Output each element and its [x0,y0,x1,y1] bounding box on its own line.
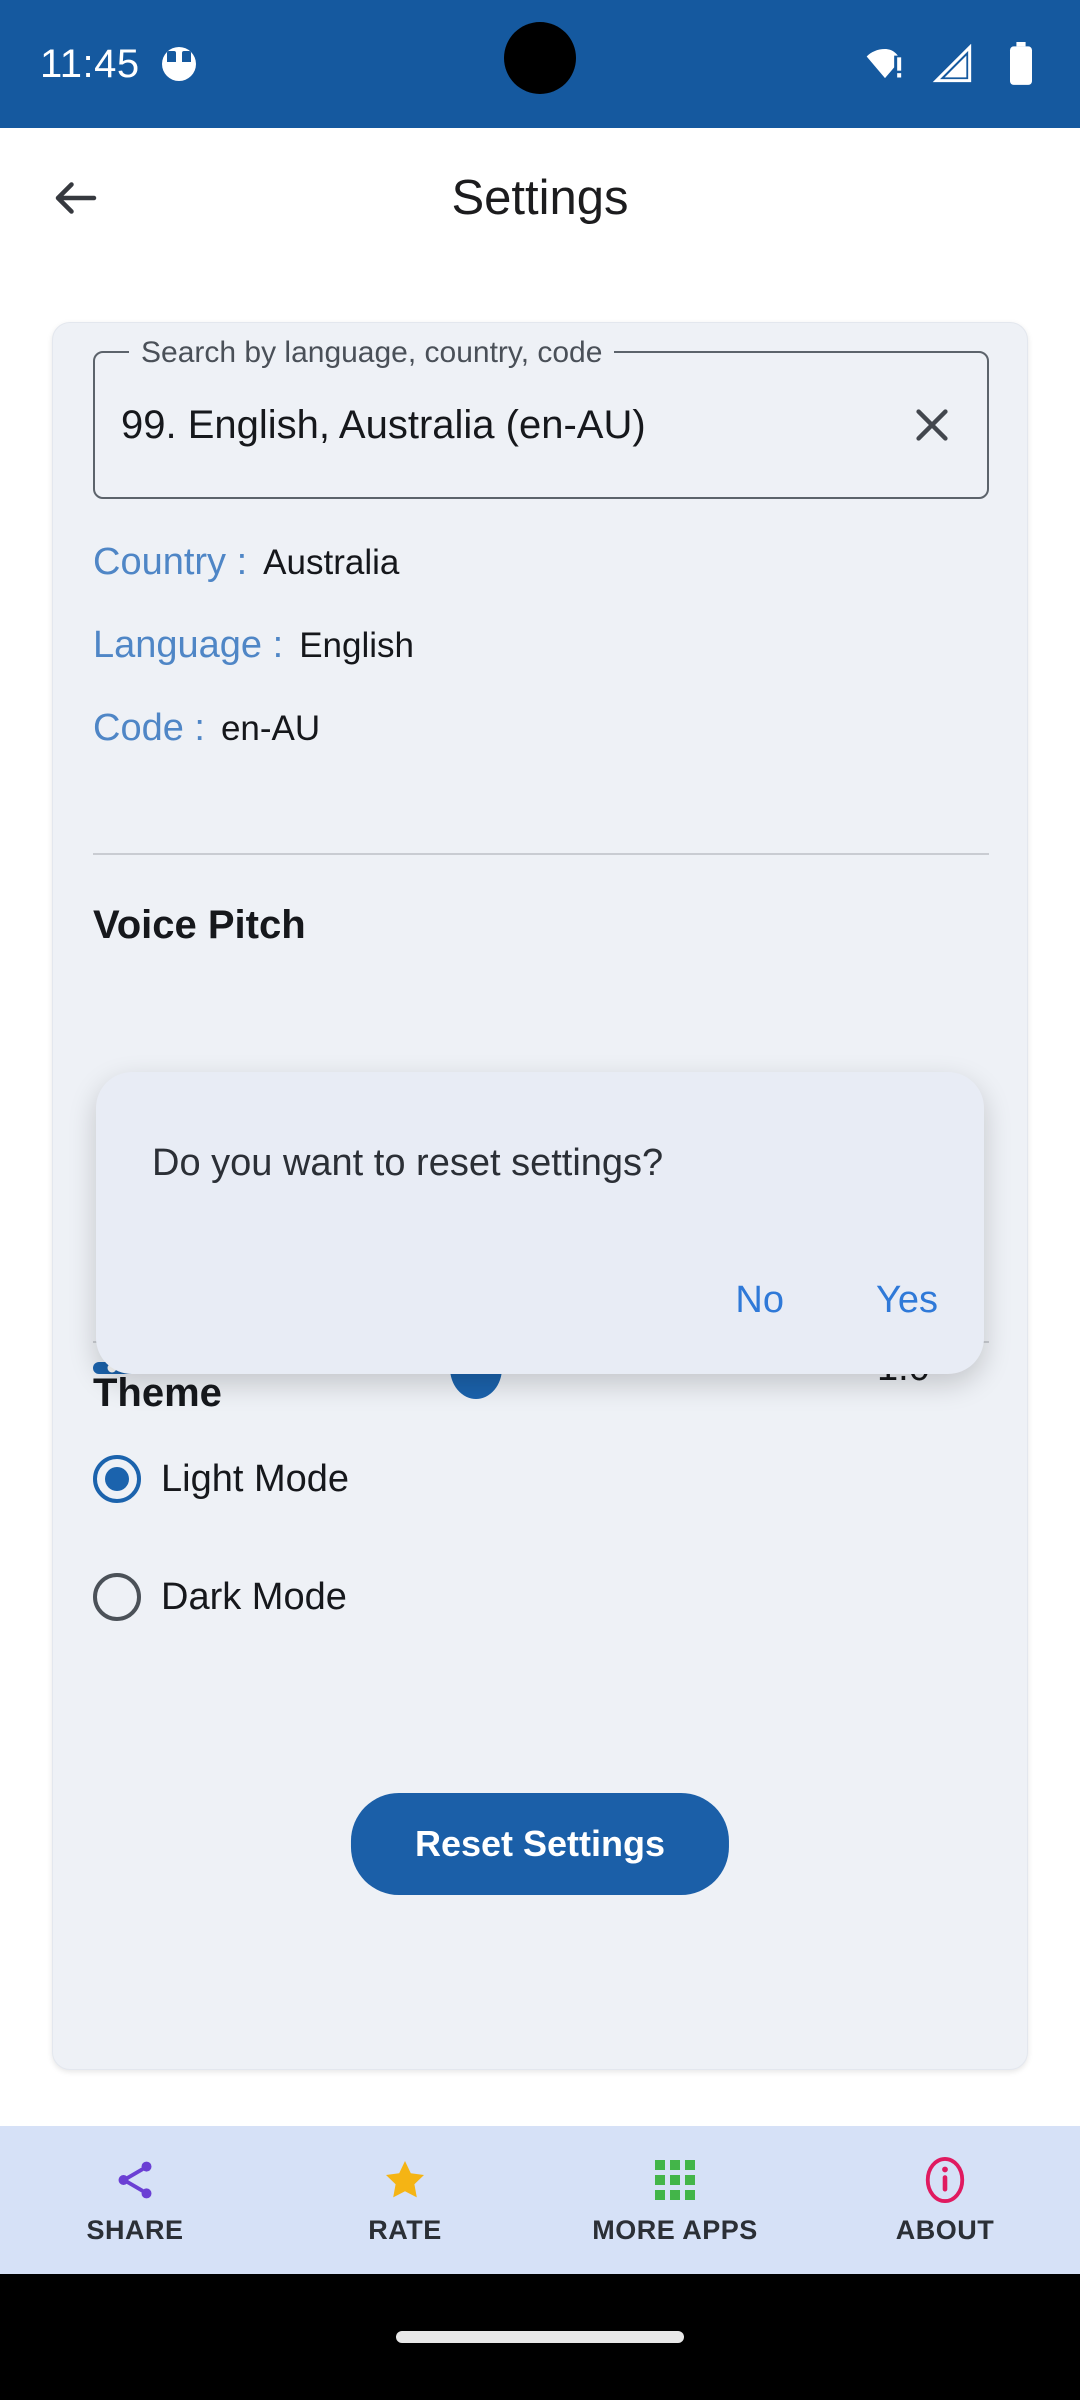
info-row-language: Language : English [93,624,973,667]
nav-item-label: ABOUT [895,2214,995,2245]
app-bar: Settings [0,128,1080,268]
info-circle-icon [920,2155,970,2205]
radio-button-icon[interactable] [93,1573,141,1621]
share-icon [110,2155,160,2205]
home-gesture-pill[interactable] [396,2331,684,2343]
locale-info: Country : Australia Language : English C… [93,541,973,790]
nav-item-label: SHARE [86,2214,184,2245]
star-icon [380,2155,430,2205]
info-row-country: Country : Australia [93,541,973,584]
info-label: Country : [93,541,248,583]
status-bar-clock: 11:45 [40,41,140,86]
status-bar-right [860,39,1046,89]
reset-settings-button[interactable]: Reset Settings [350,1793,730,1895]
info-value: en-AU [220,709,321,748]
wifi-warning-icon [860,39,910,89]
dialog-no-button[interactable]: No [735,1279,784,1322]
info-value: Australia [263,543,400,582]
divider [93,853,989,855]
page-title: Settings [451,171,629,225]
system-navigation-bar [0,2274,1080,2400]
nav-item-about[interactable]: ABOUT [810,2155,1080,2246]
theme-title: Theme [93,1371,222,1415]
dialog-yes-button[interactable]: Yes [876,1279,938,1322]
theme-option-light[interactable]: Light Mode [93,1455,349,1503]
app-notification-icon [161,47,196,81]
theme-option-dark[interactable]: Dark Mode [93,1573,347,1621]
grid-apps-icon [650,2155,700,2205]
phone-screen: 11:45 Settings Search by language, count… [0,0,1080,2400]
camera-cutout [504,22,576,94]
nav-item-more-apps[interactable]: MORE APPS [540,2155,810,2246]
nav-item-rate[interactable]: RATE [270,2155,540,2246]
info-label: Language : [93,624,284,666]
battery-icon [996,39,1046,89]
nav-item-label: MORE APPS [592,2214,758,2245]
clear-icon[interactable] [903,396,961,454]
radio-button-icon[interactable] [93,1455,141,1503]
nav-item-label: RATE [368,2214,442,2245]
bottom-navigation: SHARE RATE MORE APPS ABOUT [0,2126,1080,2274]
theme-option-label: Light Mode [161,1457,350,1500]
search-input-value: 99. English, Australia (en-AU) [121,402,646,447]
reset-confirm-dialog: Do you want to reset settings? No Yes [96,1072,984,1374]
status-bar-left: 11:45 [40,42,196,87]
cellular-signal-icon [928,39,978,89]
voice-pitch-title: Voice Pitch [93,903,306,947]
nav-item-share[interactable]: SHARE [0,2155,270,2246]
theme-option-label: Dark Mode [161,1575,347,1618]
search-input-label: Search by language, country, code [129,336,615,370]
dialog-message: Do you want to reset settings? [152,1142,664,1184]
dialog-actions: No Yes [735,1279,938,1322]
info-row-code: Code : en-AU [93,707,973,750]
info-label: Code : [93,707,205,749]
search-input[interactable]: Search by language, country, code 99. En… [93,336,989,499]
info-value: English [299,626,414,665]
radio-inner-dot [105,1467,129,1491]
